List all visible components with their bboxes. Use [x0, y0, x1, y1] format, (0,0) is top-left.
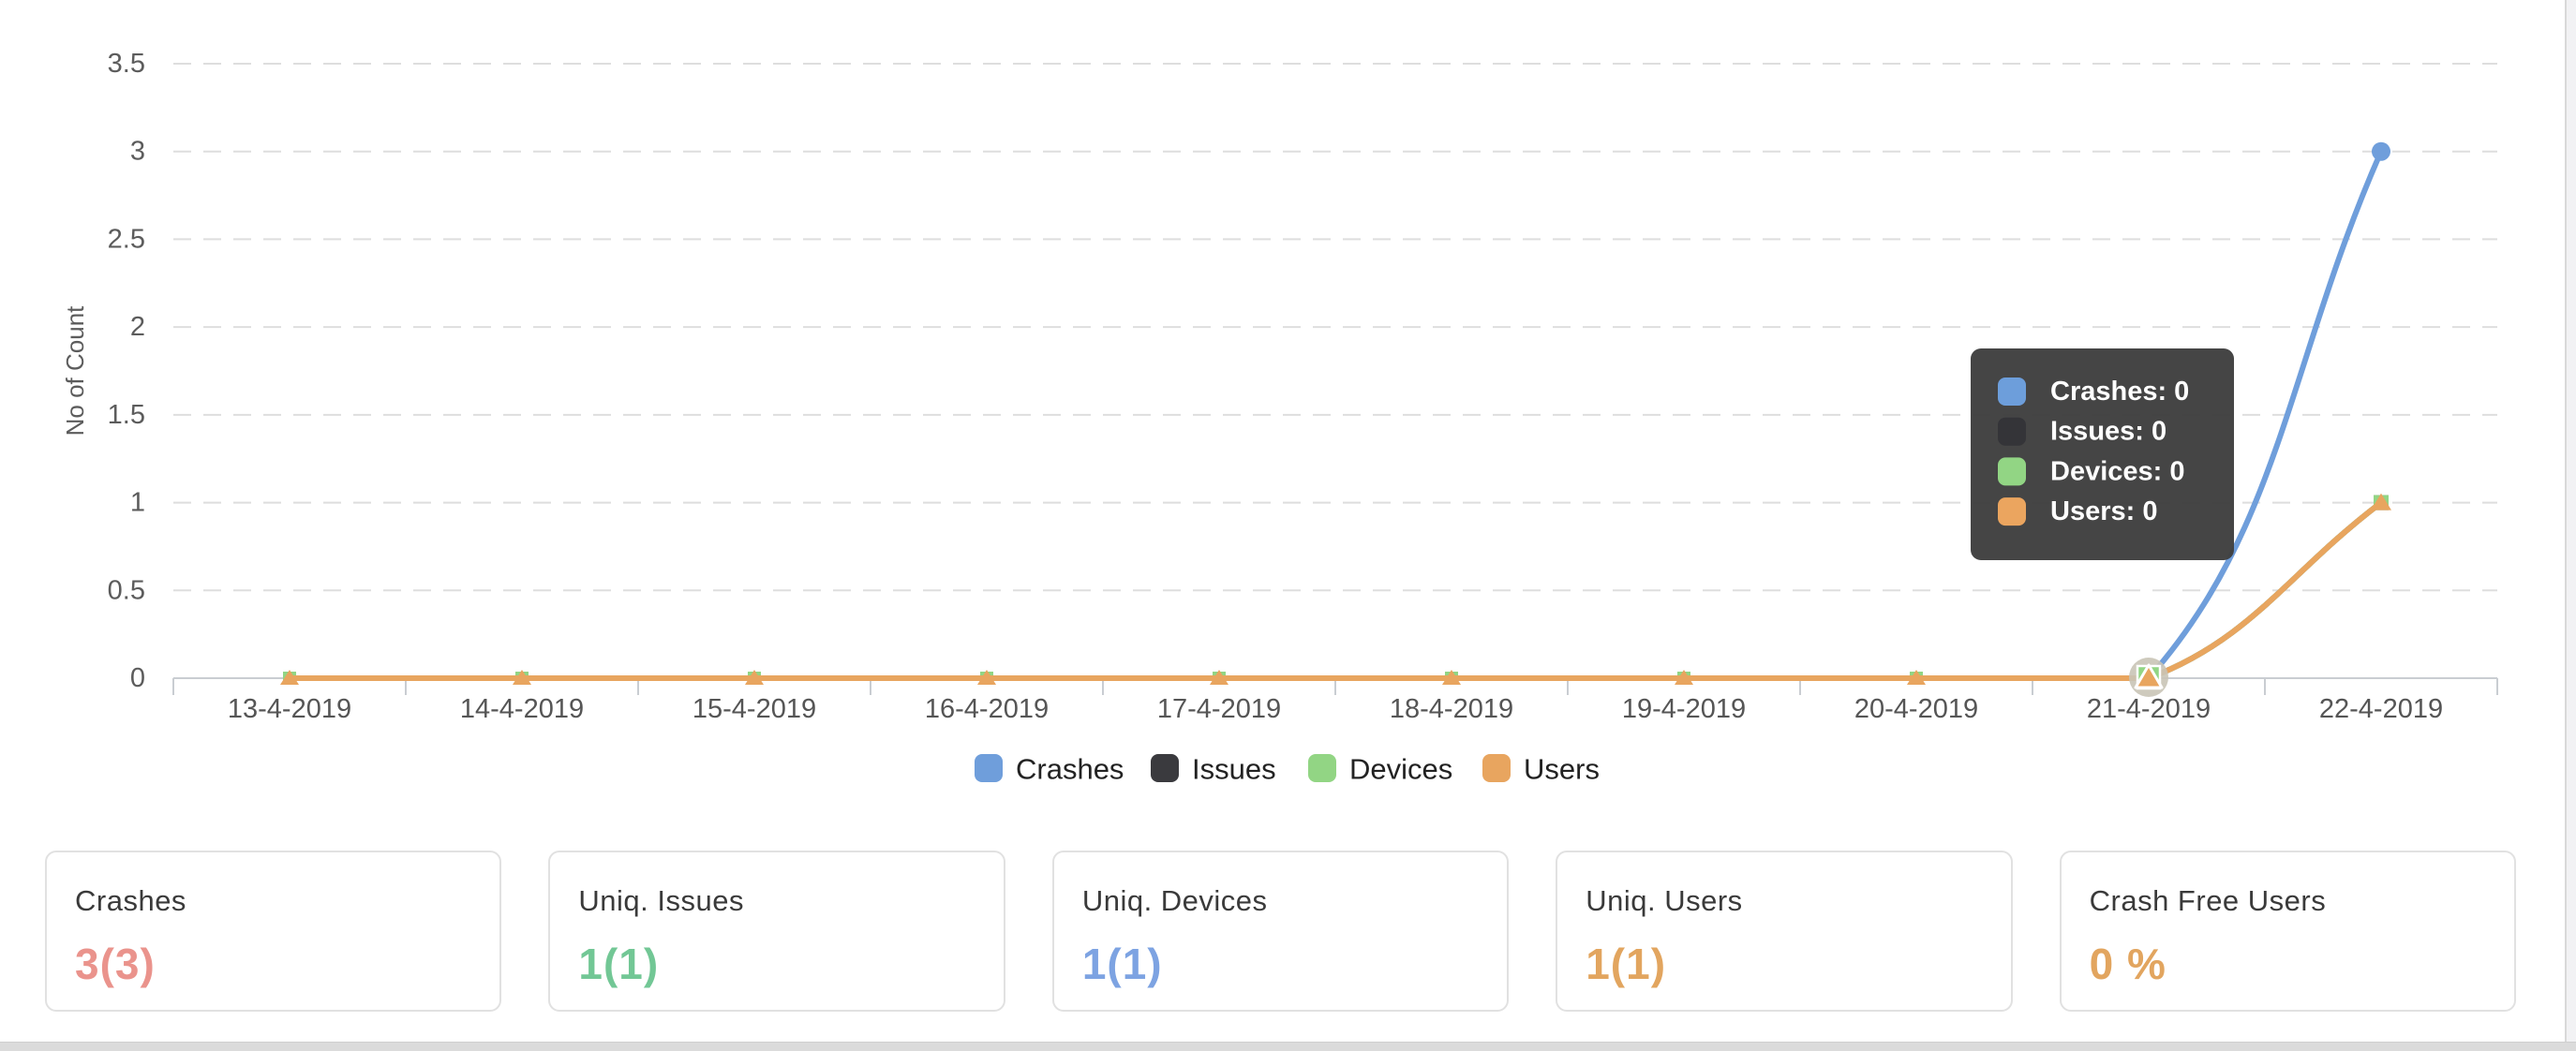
legend-label: Devices [1349, 753, 1452, 786]
x-axis-tick-label: 14-4-2019 [460, 694, 584, 724]
tooltip-swatch-crashes [1998, 377, 2026, 406]
stat-card-label: Crash Free Users [2089, 884, 2327, 917]
tooltip-swatch-devices [1998, 457, 2026, 486]
y-axis-tick-label: 2.5 [108, 224, 145, 254]
y-axis-tick-label: 3 [130, 137, 145, 167]
x-axis-tick-label: 15-4-2019 [692, 694, 816, 724]
legend-label: Users [1524, 753, 1600, 786]
data-point[interactable] [2372, 141, 2390, 161]
stat-card-value: 0 % [2089, 940, 2167, 988]
x-axis-tick-label: 13-4-2019 [228, 694, 351, 724]
hover-highlight[interactable] [2129, 658, 2168, 697]
window-bottom-edge [0, 1042, 2576, 1051]
legend-swatch [975, 754, 1003, 782]
stat-card-crash-free-users: Crash Free Users 0 % [2059, 851, 2517, 1012]
stat-card-uniq-users: Uniq. Users 1(1) [1556, 851, 2013, 1012]
stat-card-value: 1(1) [578, 940, 660, 988]
vertical-scrollbar[interactable] [2565, 0, 2576, 1042]
x-axis-tick-label: 18-4-2019 [1390, 694, 1513, 724]
legend-item-users[interactable]: Users [1482, 753, 1600, 786]
stat-card-label: Uniq. Users [1586, 884, 1743, 917]
legend-item-crashes[interactable]: Crashes [975, 753, 1124, 786]
stats-cards-row: Crashes 3(3) Uniq. Issues 1(1) Uniq. Dev… [45, 851, 2517, 1012]
legend-swatch [1482, 754, 1511, 782]
x-axis-tick-label: 21-4-2019 [2087, 694, 2211, 724]
x-axis-tick-label: 20-4-2019 [1854, 694, 1978, 724]
y-axis-tick-label: 0.5 [108, 575, 145, 605]
x-axis-tick-label: 16-4-2019 [925, 694, 1049, 724]
stat-card-label: Uniq. Devices [1081, 884, 1268, 917]
stat-card-uniq-issues: Uniq. Issues 1(1) [548, 851, 1005, 1012]
legend-label: Issues [1192, 753, 1276, 786]
legend-item-issues[interactable]: Issues [1151, 753, 1276, 786]
legend-label: Crashes [1016, 753, 1124, 786]
tooltip-row-text: Issues: 0 [2050, 417, 2167, 447]
stat-card-value: 1(1) [1081, 940, 1163, 988]
stat-card-uniq-devices: Uniq. Devices 1(1) [1051, 851, 1510, 1012]
y-axis-tick-label: 1 [130, 488, 145, 518]
x-axis-tick-label: 17-4-2019 [1157, 694, 1281, 724]
y-axis-tick-label: 2 [130, 312, 145, 342]
y-axis-tick-label: 3.5 [108, 49, 145, 79]
stat-card-crashes: Crashes 3(3) [45, 851, 502, 1012]
stat-card-value: 3(3) [75, 940, 156, 988]
tooltip-swatch-issues [1998, 417, 2026, 446]
x-axis-tick-label: 19-4-2019 [1622, 694, 1746, 724]
legend-swatch [1308, 754, 1336, 782]
legend-swatch [1151, 754, 1179, 782]
y-axis-tick-label: 1.5 [108, 400, 145, 430]
x-axis-tick-label: 22-4-2019 [2319, 694, 2443, 724]
stat-card-label: Uniq. Issues [578, 884, 744, 917]
chart-tooltip: Crashes: 0 Issues: 0 Devices: 0 Users: 0 [1971, 348, 2234, 560]
tooltip-row-text: Users: 0 [2050, 496, 2157, 526]
y-axis-title: No of Count [61, 305, 89, 437]
tooltip-row-text: Devices: 0 [2050, 456, 2185, 486]
tooltip-swatch-users [1998, 497, 2026, 526]
legend-item-devices[interactable]: Devices [1308, 753, 1452, 786]
stat-card-value: 1(1) [1586, 940, 1667, 988]
stat-card-label: Crashes [75, 884, 186, 917]
crashes-trend-chart: 0 0.5 1 1.5 2 2.5 3 3.5 No of Count 13-4-2019 14-4… [0, 0, 2576, 815]
y-axis-tick-label: 0 [130, 663, 145, 693]
crash-analytics-dashboard: 0 0.5 1 1.5 2 2.5 3 3.5 No of Count 13-4-2019 14-4… [0, 0, 2576, 1051]
tooltip-row-text: Crashes: 0 [2050, 377, 2189, 407]
